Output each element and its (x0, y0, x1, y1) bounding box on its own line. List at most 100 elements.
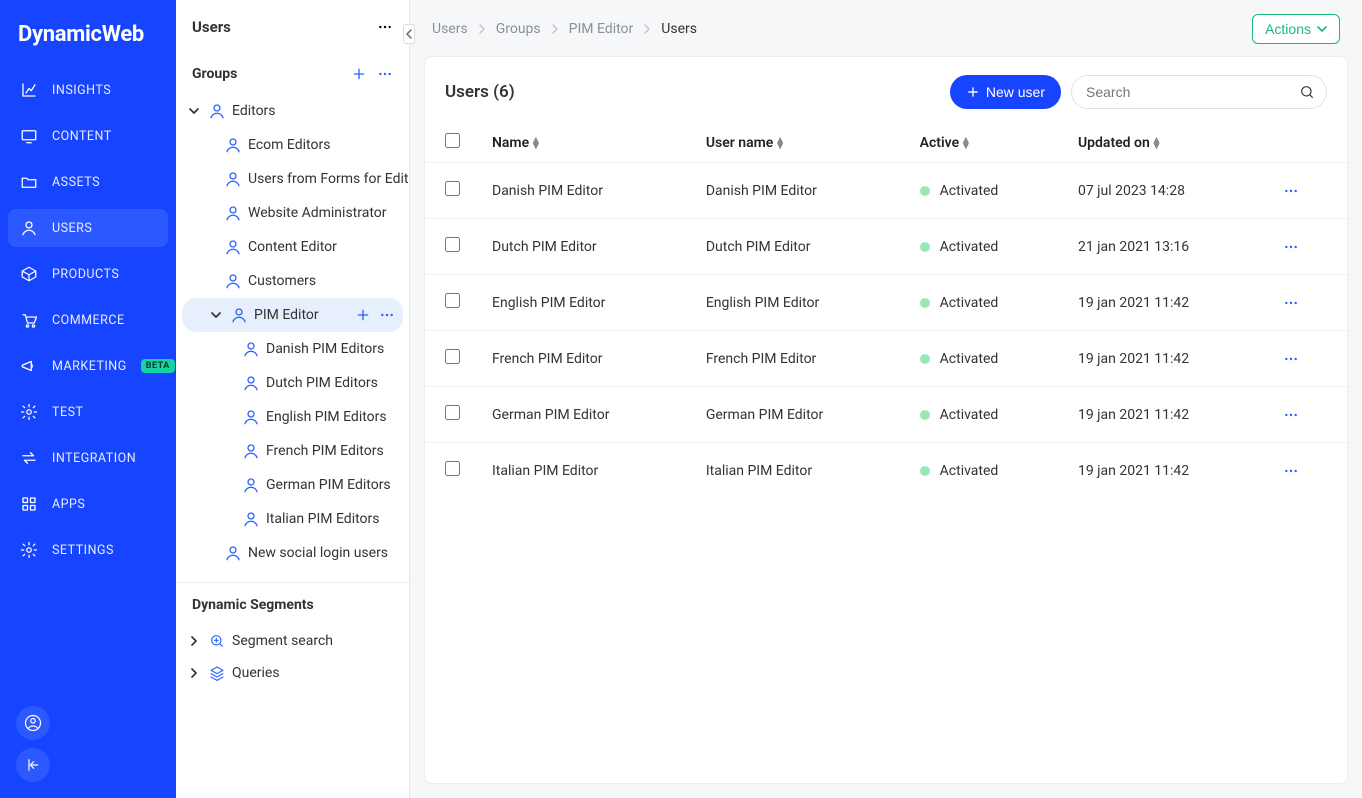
breadcrumb-item[interactable]: PIM Editor (569, 21, 634, 37)
tree-item-label: Danish PIM Editors (266, 341, 384, 357)
user-icon (242, 510, 260, 528)
expand-toggle[interactable] (186, 106, 202, 116)
grid-icon (20, 495, 38, 513)
cell-name: Dutch PIM Editor (476, 219, 690, 275)
tree-item[interactable]: Ecom Editors (176, 128, 409, 162)
row-checkbox[interactable] (445, 405, 460, 420)
tree-item-label: Website Administrator (248, 205, 387, 221)
nav-item-users[interactable]: USERS (8, 209, 168, 247)
cell-updated: 21 jan 2021 13:16 (1062, 219, 1267, 275)
breadcrumb-item[interactable]: Groups (496, 21, 541, 37)
user-icon (242, 340, 260, 358)
tree-item[interactable]: Content Editor (176, 230, 409, 264)
table-row[interactable]: English PIM EditorEnglish PIM EditorActi… (425, 275, 1347, 331)
status-dot-icon (920, 410, 930, 420)
col-username[interactable]: User name▴▾ (690, 123, 904, 163)
table-row[interactable]: Dutch PIM EditorDutch PIM EditorActivate… (425, 219, 1347, 275)
cell-updated: 19 jan 2021 11:42 (1062, 387, 1267, 443)
tree-item[interactable]: Italian PIM Editors (176, 502, 409, 536)
tree-item[interactable]: Users from Forms for Editors (176, 162, 409, 196)
row-checkbox[interactable] (445, 293, 460, 308)
expand-toggle[interactable] (186, 636, 202, 646)
nav-item-marketing[interactable]: MARKETINGBETA (8, 347, 168, 385)
search-input[interactable] (1071, 75, 1327, 109)
tree-item[interactable]: Segment search (176, 625, 409, 657)
table-row[interactable]: Italian PIM EditorItalian PIM EditorActi… (425, 443, 1347, 499)
row-checkbox[interactable] (445, 461, 460, 476)
nav-item-assets[interactable]: ASSETS (8, 163, 168, 201)
table-row[interactable]: French PIM EditorFrench PIM EditorActiva… (425, 331, 1347, 387)
search-icon[interactable] (1299, 84, 1315, 100)
tree-more-button[interactable] (379, 307, 395, 323)
tree-item[interactable]: Editors (176, 94, 409, 128)
nav-item-label: CONTENT (52, 129, 112, 144)
tree-item[interactable]: English PIM Editors (176, 400, 409, 434)
user-icon (224, 136, 242, 154)
breadcrumb: UsersGroupsPIM EditorUsers (432, 21, 697, 37)
row-actions-button[interactable] (1267, 331, 1347, 387)
cell-status: Activated (904, 331, 1062, 387)
row-actions-button[interactable] (1267, 443, 1347, 499)
tree-item-label: French PIM Editors (266, 443, 384, 459)
row-actions-button[interactable] (1267, 219, 1347, 275)
nav-item-commerce[interactable]: COMMERCE (8, 301, 168, 339)
nav-item-label: PRODUCTS (52, 267, 119, 282)
cell-name: Danish PIM Editor (476, 163, 690, 219)
nav-item-insights[interactable]: INSIGHTS (8, 71, 168, 109)
actions-button[interactable]: Actions (1252, 14, 1340, 44)
tree-item[interactable]: Customers (176, 264, 409, 298)
main-content: UsersGroupsPIM EditorUsers Actions Users… (410, 0, 1362, 798)
tree-item[interactable]: Dutch PIM Editors (176, 366, 409, 400)
nav-item-apps[interactable]: APPS (8, 485, 168, 523)
tree-item[interactable]: French PIM Editors (176, 434, 409, 468)
row-checkbox[interactable] (445, 237, 460, 252)
nav-item-integration[interactable]: INTEGRATION (8, 439, 168, 477)
row-actions-button[interactable] (1267, 275, 1347, 331)
panel-title: Users (192, 18, 231, 36)
row-checkbox[interactable] (445, 181, 460, 196)
megaphone-icon (20, 357, 38, 375)
more-horizontal-icon[interactable] (377, 66, 393, 82)
expand-toggle[interactable] (186, 668, 202, 678)
tree-item[interactable]: New social login users (176, 536, 409, 570)
table-row[interactable]: German PIM EditorGerman PIM EditorActiva… (425, 387, 1347, 443)
new-user-button[interactable]: New user (950, 75, 1061, 109)
row-actions-button[interactable] (1267, 387, 1347, 443)
nav-item-test[interactable]: TEST (8, 393, 168, 431)
nav-item-label: APPS (52, 497, 85, 512)
cell-status: Activated (904, 387, 1062, 443)
select-all-checkbox[interactable] (445, 133, 460, 148)
more-horizontal-icon[interactable] (377, 19, 393, 35)
plus-icon[interactable] (351, 66, 367, 82)
collapse-nav-button[interactable] (16, 748, 50, 782)
row-checkbox[interactable] (445, 349, 460, 364)
collapse-icon (25, 757, 41, 773)
cell-updated: 07 jul 2023 14:28 (1062, 163, 1267, 219)
tree-item[interactable]: German PIM Editors (176, 468, 409, 502)
tree-item[interactable]: PIM Editor (182, 298, 403, 332)
user-icon (20, 219, 38, 237)
nav-item-products[interactable]: PRODUCTS (8, 255, 168, 293)
col-active[interactable]: Active▴▾ (904, 123, 1062, 163)
expand-toggle[interactable] (208, 310, 224, 320)
nav-item-content[interactable]: CONTENT (8, 117, 168, 155)
main-nav: DynamicWeb INSIGHTSCONTENTASSETSUSERSPRO… (0, 0, 176, 798)
add-child-button[interactable] (355, 307, 371, 323)
users-table: Name▴▾ User name▴▾ Active▴▾ Updated on▴▾… (425, 123, 1347, 498)
col-updated[interactable]: Updated on▴▾ (1062, 123, 1267, 163)
cell-name: English PIM Editor (476, 275, 690, 331)
tree-item[interactable]: Danish PIM Editors (176, 332, 409, 366)
account-button[interactable] (16, 706, 50, 740)
tree-item[interactable]: Website Administrator (176, 196, 409, 230)
nav-item-settings[interactable]: SETTINGS (8, 531, 168, 569)
breadcrumb-item[interactable]: Users (432, 21, 468, 37)
table-row[interactable]: Danish PIM EditorDanish PIM EditorActiva… (425, 163, 1347, 219)
panel-collapse-handle[interactable] (403, 24, 415, 44)
nav-item-label: INSIGHTS (52, 83, 111, 98)
breadcrumb-separator (478, 24, 486, 34)
col-name[interactable]: Name▴▾ (476, 123, 690, 163)
tree-item-label: Content Editor (248, 239, 337, 255)
tree-item[interactable]: Queries (176, 657, 409, 689)
row-actions-button[interactable] (1267, 163, 1347, 219)
cell-name: French PIM Editor (476, 331, 690, 387)
